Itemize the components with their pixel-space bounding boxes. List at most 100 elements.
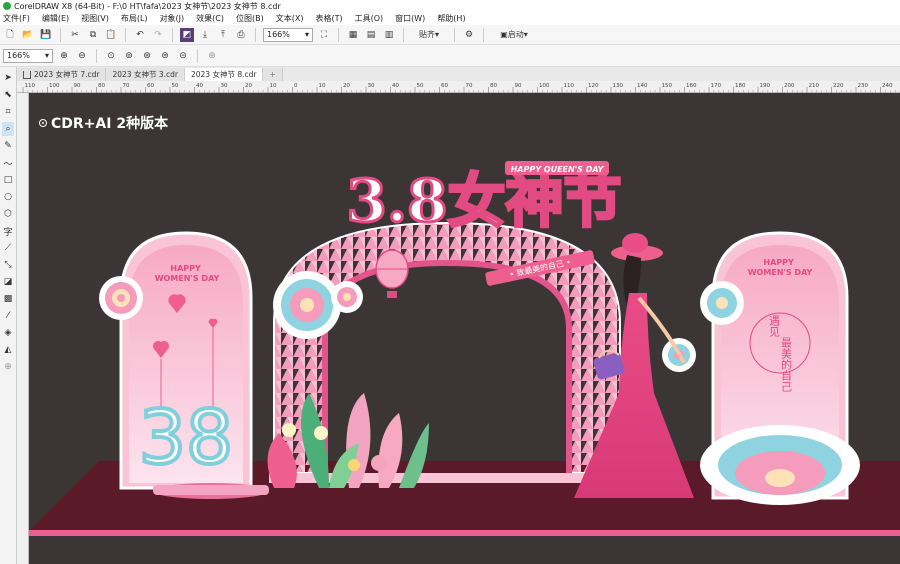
ruler-label: 170 (711, 83, 722, 89)
plus-icon: + (269, 70, 276, 79)
export-icon[interactable]: ⤒ (216, 28, 230, 42)
ruler-label: 40 (392, 83, 399, 89)
ruler-label: 160 (686, 83, 697, 89)
horizontal-ruler[interactable]: 110 100 90 80 70 60 50 40 30 20 10 0 10 20 30 40 50 60 70 8… (17, 81, 900, 93)
separator (454, 27, 455, 42)
rectangle-tool-icon[interactable]: □ (2, 173, 14, 187)
menu-tools[interactable]: 工具(O) (355, 13, 384, 24)
ruler-label: 30 (221, 83, 228, 89)
ruler-label: 100 (539, 83, 550, 89)
left-panel: HAPPY WOMEN'S DAY 38 (99, 231, 269, 499)
chevron-down-icon: ▾ (304, 30, 309, 39)
show-guidelines-icon[interactable]: ▥ (382, 28, 396, 42)
ellipse-tool-icon[interactable]: ○ (2, 190, 14, 204)
tab-document-1[interactable]: 2023 女神节 7.cdr (17, 68, 107, 81)
new-tab-button[interactable]: + (263, 68, 283, 81)
zoom-page-icon[interactable]: ⊛ (140, 49, 154, 63)
document-tabs: 2023 女神节 7.cdr 2023 女神节 3.cdr 2023 女神节 8… (17, 67, 900, 81)
menu-edit[interactable]: 编辑(E) (42, 13, 69, 24)
undo-icon[interactable]: ↶ (133, 28, 147, 42)
drawing-canvas[interactable]: HAPPY WOMEN'S DAY 38 HAPPY WOMEN'S DAY 遇… (29, 93, 900, 564)
menu-window[interactable]: 窗口(W) (395, 13, 425, 24)
menu-layout[interactable]: 布局(L) (121, 13, 148, 24)
zoom-levels-select[interactable]: 166% ▾ (3, 48, 53, 63)
tab-label: 2023 女神节 3.cdr (112, 70, 178, 79)
artistic-media-icon[interactable]: 〜 (2, 156, 14, 170)
launch-dropdown[interactable]: ▣ 启动 ▾ (491, 28, 537, 42)
zoom-width-icon[interactable]: ⊜ (158, 49, 172, 63)
zoom-selected-icon[interactable]: ⊙ (104, 49, 118, 63)
zoom-height-icon[interactable]: ⊝ (176, 49, 190, 63)
zoom-all-objects-icon[interactable]: ⊚ (122, 49, 136, 63)
app-logo-icon (3, 2, 11, 10)
crop-tool-icon[interactable]: ⌗ (2, 105, 14, 119)
ruler-label: 220 (833, 83, 844, 89)
publish-pdf-icon[interactable]: ⎙ (234, 28, 248, 42)
separator (403, 27, 404, 42)
transparency-tool-icon[interactable]: ▩ (2, 292, 14, 306)
vertical-ruler[interactable] (17, 93, 29, 564)
ruler-label: 140 (637, 83, 648, 89)
copy-icon[interactable]: ⧉ (86, 28, 100, 42)
polygon-tool-icon[interactable]: ⬡ (2, 207, 14, 221)
show-grid-icon[interactable]: ▤ (364, 28, 378, 42)
menu-file[interactable]: 文件(F) (3, 13, 30, 24)
zoom-in-icon[interactable]: ⊕ (57, 49, 71, 63)
options-gear-icon[interactable]: ⚙ (462, 28, 476, 42)
separator (338, 27, 339, 42)
ruler-label: 50 (417, 83, 424, 89)
add-icon[interactable]: ⊕ (205, 49, 219, 63)
cut-icon[interactable]: ✂ (68, 28, 82, 42)
menu-table[interactable]: 表格(T) (315, 13, 342, 24)
ruler-label: 110 (564, 83, 575, 89)
ruler-label: 40 (196, 83, 203, 89)
menu-bitmaps[interactable]: 位图(B) (236, 13, 264, 24)
menu-text[interactable]: 文本(X) (276, 13, 304, 24)
add-tool-icon[interactable]: ⊕ (2, 360, 14, 374)
eyedropper-icon[interactable]: ⁄ (2, 309, 14, 323)
snap-to-dropdown[interactable]: 贴齐 ▾ (411, 28, 447, 42)
open-folder-icon[interactable]: 📂 (21, 28, 35, 42)
ruler-label: 80 (98, 83, 105, 89)
parallel-dimension-icon[interactable]: ⟋ (2, 241, 14, 255)
redo-icon[interactable]: ↷ (151, 28, 165, 42)
paste-icon[interactable]: 📋 (104, 28, 118, 42)
zoom-levels-value: 166% (7, 51, 30, 60)
title-bar: CorelDRAW X8 (64-Bit) - F:\0 HT\fafa\202… (0, 0, 900, 12)
freehand-tool-icon[interactable]: ✎ (2, 139, 14, 153)
zoom-out-icon[interactable]: ⊖ (75, 49, 89, 63)
smart-fill-icon[interactable]: ◭ (2, 343, 14, 357)
ruler-ticks: 110 100 90 80 70 60 50 40 30 20 10 0 10 20 30 40 50 60 70 8… (22, 83, 900, 93)
shape-tool-icon[interactable]: ⬉ (2, 88, 14, 102)
show-rulers-icon[interactable]: ▦ (346, 28, 360, 42)
zoom-level-select[interactable]: 166% ▾ (263, 27, 313, 42)
ruler-label: 230 (858, 83, 869, 89)
floor-edge (29, 530, 900, 536)
drop-shadow-icon[interactable]: ◪ (2, 275, 14, 289)
save-icon[interactable]: 💾 (39, 28, 53, 42)
right-greeting-line2: WOMEN'S DAY (748, 268, 813, 277)
main-title: 3.8女神节 (347, 167, 622, 235)
menu-effects[interactable]: 效果(C) (196, 13, 224, 24)
pick-tool-icon[interactable]: ➤ (2, 71, 14, 85)
tab-document-3[interactable]: 2023 女神节 8.cdr (184, 68, 264, 81)
artwork: HAPPY WOMEN'S DAY 38 HAPPY WOMEN'S DAY 遇… (29, 161, 900, 564)
menu-help[interactable]: 帮助(H) (437, 13, 465, 24)
menu-view[interactable]: 视图(V) (81, 13, 109, 24)
menu-object[interactable]: 对象(J) (160, 13, 185, 24)
text-tool-icon[interactable]: 字 (2, 224, 14, 238)
full-screen-icon[interactable]: ⛶ (317, 28, 331, 42)
search-content-icon[interactable]: ◩ (180, 27, 194, 42)
ruler-label: 60 (441, 83, 448, 89)
zoom-tool-icon[interactable]: ⌕ (2, 122, 14, 136)
connector-tool-icon[interactable]: ⤡ (2, 258, 14, 272)
left-greeting-line2: WOMEN'S DAY (155, 274, 220, 283)
ruler-label: 60 (147, 83, 154, 89)
tab-document-2[interactable]: 2023 女神节 3.cdr (106, 68, 185, 81)
new-document-icon[interactable]: 🗋 (3, 28, 17, 42)
import-icon[interactable]: ⤓ (198, 28, 212, 42)
interactive-fill-icon[interactable]: ◈ (2, 326, 14, 340)
right-panel: HAPPY WOMEN'S DAY 遇见 最美的自己 (700, 231, 860, 505)
ruler-label: 10 (319, 83, 326, 89)
separator (255, 27, 256, 42)
